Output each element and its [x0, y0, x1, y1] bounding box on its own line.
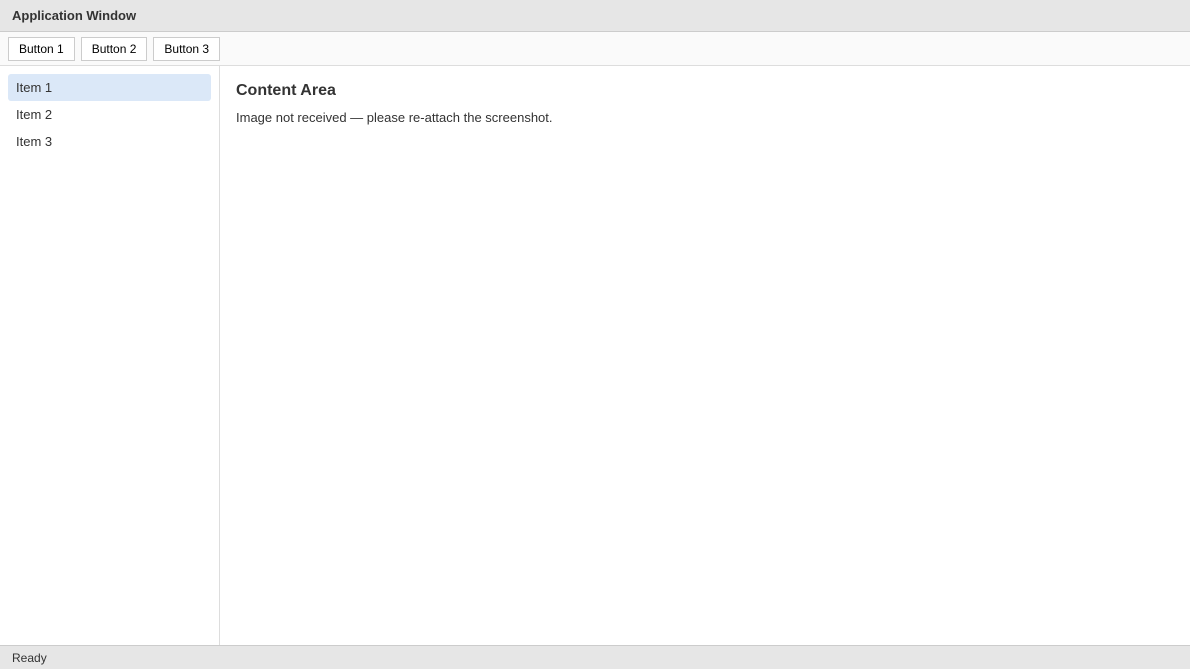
content-body: Image not received — please re-attach th…	[236, 110, 553, 125]
content-pane: Content Area Image not received — please…	[220, 66, 1190, 645]
status-bar: Ready	[0, 645, 1190, 669]
status-text: Ready	[12, 650, 47, 665]
main-area: Item 1 Item 2 Item 3 Content Area Image …	[0, 66, 1190, 645]
content-heading: Content Area	[236, 82, 336, 99]
toolbar: Button 1 Button 2 Button 3	[0, 32, 1190, 66]
sidebar: Item 1 Item 2 Item 3	[0, 66, 220, 645]
toolbar-button-2[interactable]: Button 2	[80, 36, 148, 61]
sidebar-item-3[interactable]: Item 3	[8, 128, 211, 155]
toolbar-button-3[interactable]: Button 3	[153, 36, 221, 61]
window-title: Application Window	[12, 8, 137, 23]
toolbar-button-1[interactable]: Button 1	[8, 36, 75, 61]
sidebar-item-2[interactable]: Item 2	[8, 101, 211, 128]
app-window: Application Window Button 1 Button 2 But…	[0, 0, 1190, 669]
title-bar: Application Window	[0, 0, 1190, 32]
sidebar-item-1[interactable]: Item 1	[8, 74, 211, 101]
